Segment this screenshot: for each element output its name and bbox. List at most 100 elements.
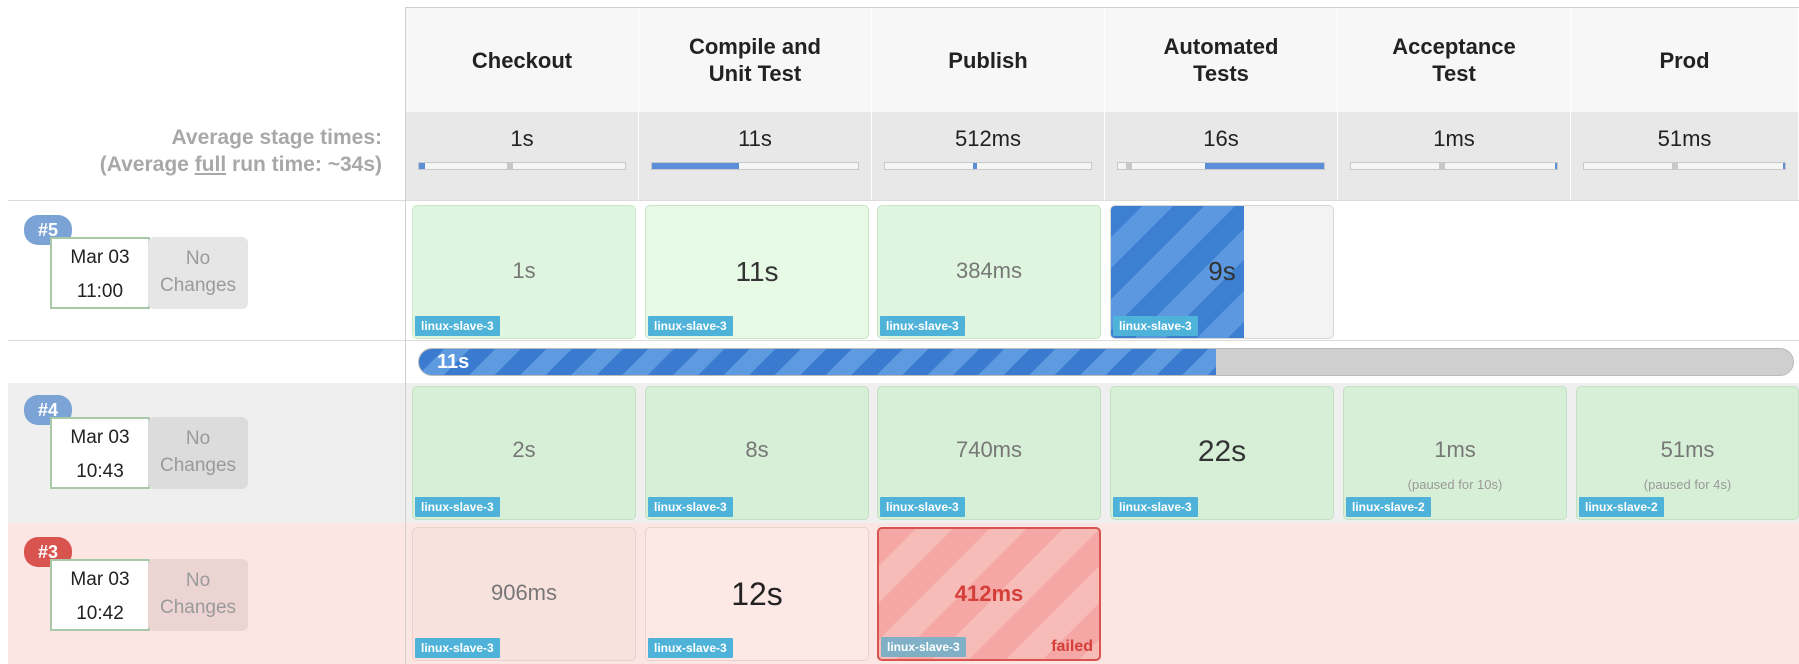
build-date: Mar 03 <box>70 247 130 268</box>
avg-time: 512ms <box>954 126 1022 151</box>
agent-label: linux-slave-3 <box>415 638 500 658</box>
build-date: Mar 03 <box>70 427 130 448</box>
stage-cell-running[interactable]: 9s linux-slave-3 <box>1110 205 1334 339</box>
average-line1: Average stage times: <box>171 126 382 149</box>
avg-track <box>651 162 859 170</box>
stage-cell[interactable]: 906ms linux-slave-3 <box>412 527 636 661</box>
paused-note: (paused for 10s) <box>1407 477 1503 492</box>
stage-cell[interactable]: 1ms (paused for 10s) linux-slave-2 <box>1343 386 1567 520</box>
agent-label: linux-slave-3 <box>1113 316 1198 336</box>
stage-cell[interactable]: 11s linux-slave-3 <box>645 205 869 339</box>
changes-box[interactable]: No Changes <box>148 237 248 309</box>
avg-marker <box>1439 163 1445 169</box>
stage-cell[interactable]: 22s linux-slave-3 <box>1110 386 1334 520</box>
stage-duration: 11s <box>735 256 779 287</box>
stage-duration: 22s <box>1197 435 1247 468</box>
row-divider <box>8 340 1799 341</box>
stage-name: Checkout <box>471 47 573 73</box>
stage-cell[interactable]: 1s linux-slave-3 <box>412 205 636 339</box>
changes-box[interactable]: No Changes <box>148 559 248 631</box>
run-progress-bar: 11s <box>418 348 1794 376</box>
build-date-box[interactable]: Mar 03 10:43 <box>50 417 150 489</box>
stage-cell[interactable]: 51ms (paused for 4s) linux-slave-2 <box>1576 386 1799 520</box>
agent-label: linux-slave-3 <box>1113 497 1198 517</box>
stage-name: Compile and Unit Test <box>688 34 821 86</box>
stage-duration: 8s <box>745 437 769 462</box>
changes-text: No Changes <box>159 248 237 296</box>
agent-label: linux-slave-3 <box>648 316 733 336</box>
stage-duration: 1ms <box>1434 437 1476 462</box>
avg-cell-acceptance-test: 1ms <box>1338 112 1571 200</box>
failed-status: failed <box>1051 638 1093 655</box>
stage-cell[interactable]: 8s linux-slave-3 <box>645 386 869 520</box>
build-date-box[interactable]: Mar 03 10:42 <box>50 559 150 631</box>
agent-label: linux-slave-3 <box>880 497 965 517</box>
run-progress-fill <box>419 349 1216 375</box>
stage-duration: 906ms <box>490 580 558 605</box>
stage-header-automated-tests[interactable]: Automated Tests <box>1105 8 1338 112</box>
stage-name: Automated Tests <box>1163 34 1279 86</box>
avg-fill <box>1204 163 1324 169</box>
avg-time: 1s <box>510 126 534 151</box>
stage-cell[interactable]: 12s linux-slave-3 <box>645 527 869 661</box>
stage-header-compile[interactable]: Compile and Unit Test <box>639 8 872 112</box>
grid-left-border <box>405 7 406 664</box>
build-time: 11:00 <box>76 281 124 302</box>
average-line2: (Average full run time: ~34s) <box>100 151 382 178</box>
stage-duration: 12s <box>731 576 783 612</box>
agent-label: linux-slave-3 <box>415 497 500 517</box>
avg-time: 1ms <box>1433 126 1475 151</box>
avg-marker <box>1126 163 1132 169</box>
avg-time: 11s <box>738 126 772 151</box>
stage-name: Acceptance Test <box>1392 34 1516 86</box>
stage-header-checkout[interactable]: Checkout <box>406 8 639 112</box>
full-run-link[interactable]: full <box>195 153 227 176</box>
stage-cell[interactable]: 2s linux-slave-3 <box>412 386 636 520</box>
stage-cell-failed[interactable]: 412ms linux-slave-3 failed <box>877 527 1101 661</box>
avg-track <box>1350 162 1558 170</box>
build-time: 10:43 <box>76 461 124 482</box>
build-date-box[interactable]: Mar 03 11:00 <box>50 237 150 309</box>
avg-cell-publish: 512ms <box>872 112 1105 200</box>
changes-box[interactable]: No Changes <box>148 417 248 489</box>
average-prefix: (Average <box>99 153 195 176</box>
row-divider <box>8 200 1799 201</box>
avg-marker <box>1555 163 1557 169</box>
agent-label: linux-slave-3 <box>881 637 966 657</box>
agent-label: linux-slave-3 <box>415 316 500 336</box>
stage-duration: 51ms <box>1660 437 1715 462</box>
build-date: Mar 03 <box>70 569 130 590</box>
agent-label: linux-slave-2 <box>1579 497 1664 517</box>
stage-header-prod[interactable]: Prod <box>1571 8 1799 112</box>
stage-duration: 9s <box>1208 256 1236 286</box>
stage-duration: 1s <box>512 258 536 283</box>
stage-cell[interactable]: 740ms linux-slave-3 <box>877 386 1101 520</box>
avg-track <box>1583 162 1786 170</box>
avg-marker <box>1672 163 1678 169</box>
build-time: 10:42 <box>76 603 124 624</box>
agent-label: linux-slave-3 <box>648 638 733 658</box>
stage-header-acceptance-test[interactable]: Acceptance Test <box>1338 8 1571 112</box>
avg-track <box>884 162 1092 170</box>
avg-cell-prod: 51ms <box>1571 112 1799 200</box>
avg-marker <box>507 163 513 169</box>
stage-cell[interactable]: 384ms linux-slave-3 <box>877 205 1101 339</box>
agent-label: linux-slave-3 <box>648 497 733 517</box>
average-suffix: run time: ~34s) <box>226 153 382 176</box>
avg-track <box>1117 162 1325 170</box>
stage-name: Publish <box>948 47 1028 73</box>
stage-duration: 412ms <box>954 581 1024 606</box>
paused-note: (paused for 4s) <box>1643 477 1732 492</box>
agent-label: linux-slave-2 <box>1346 497 1431 517</box>
avg-time: 16s <box>1203 126 1239 151</box>
stage-header-publish[interactable]: Publish <box>872 8 1105 112</box>
run-progress-time: 11s <box>437 351 470 373</box>
stage-duration: 740ms <box>955 437 1023 462</box>
avg-marker <box>1783 163 1785 169</box>
avg-time: 51ms <box>1657 126 1712 151</box>
changes-text: No Changes <box>159 570 237 618</box>
avg-cell-compile: 11s <box>639 112 872 200</box>
avg-fill <box>652 163 739 169</box>
agent-label: linux-slave-3 <box>880 316 965 336</box>
avg-cell-automated-tests: 16s <box>1105 112 1338 200</box>
